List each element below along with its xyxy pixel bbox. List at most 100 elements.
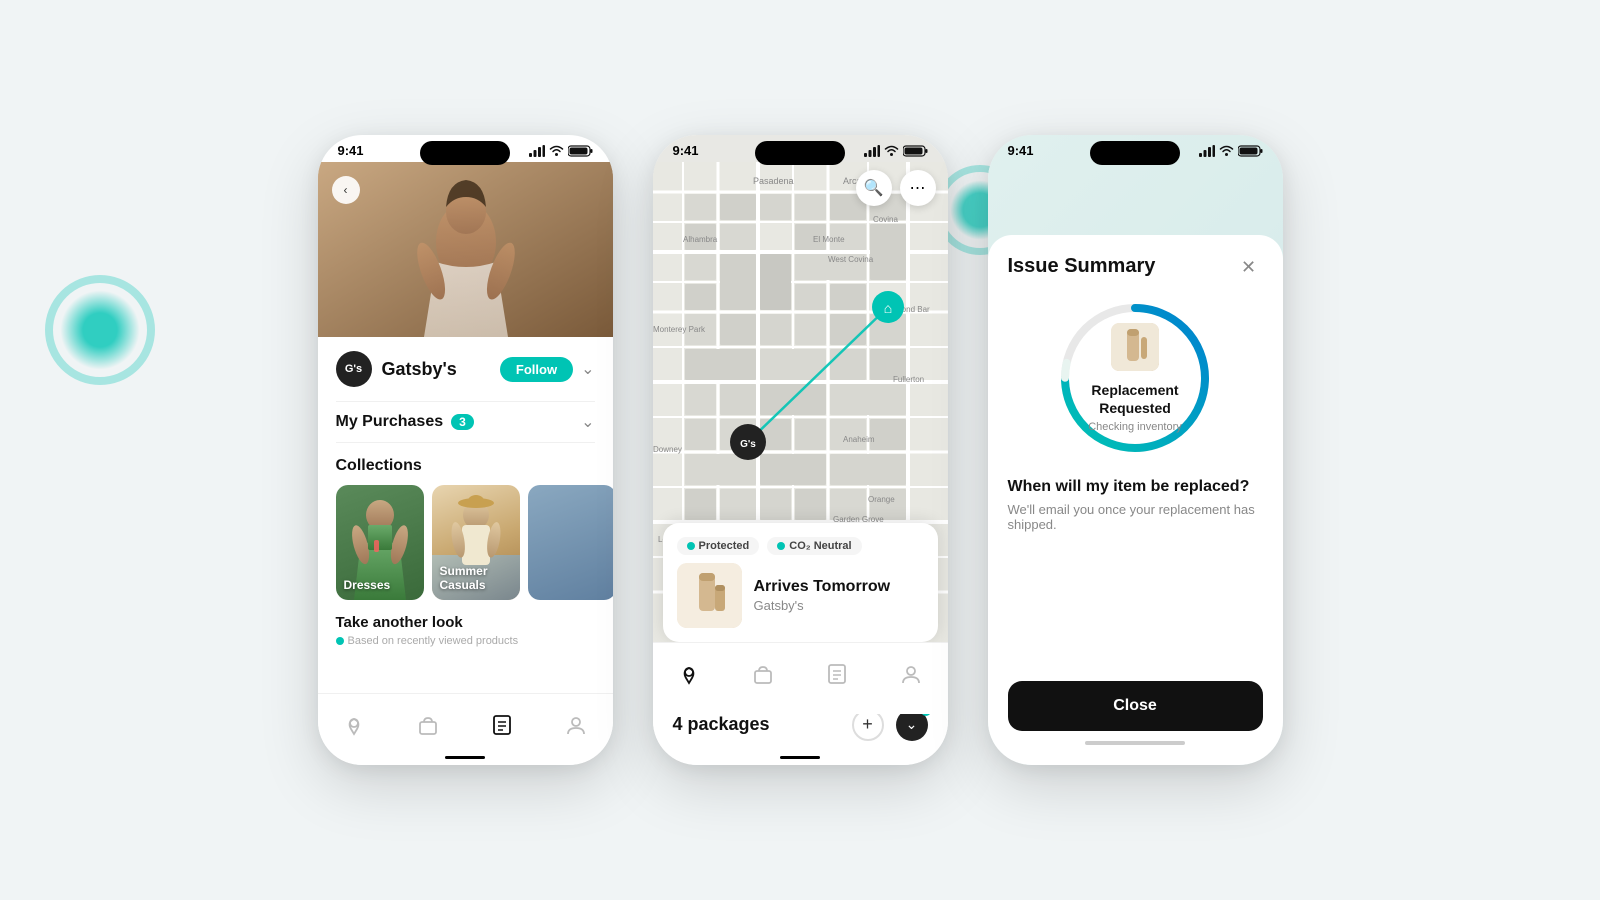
phone-2-map: 9:41 <box>653 135 948 765</box>
orders-icon-2 <box>826 663 848 685</box>
progress-ring-center: Replacement Requested Checking inventory <box>1055 298 1215 458</box>
bag-icon-2 <box>752 663 774 685</box>
bottom-nav-1 <box>318 693 613 765</box>
location-icon-2 <box>678 663 700 685</box>
package-content: Arrives Tomorrow Gatsby's <box>677 563 924 628</box>
nav-bag-2[interactable] <box>752 663 774 685</box>
collection-label-dresses: Dresses <box>344 578 391 592</box>
issue-modal-sheet: ✕ Issue Summary <box>988 235 1283 765</box>
map-more-button[interactable]: ⋯ <box>900 170 936 206</box>
signal-icon-3 <box>1199 145 1215 157</box>
phone1-content: G's Gatsby's Follow ⌄ My Purchases 3 ⌄ C… <box>318 337 613 661</box>
collections-grid: Dresses <box>336 485 595 600</box>
svg-text:Downey: Downey <box>653 445 682 454</box>
dynamic-island-3 <box>1090 141 1180 165</box>
svg-text:Fullerton: Fullerton <box>893 375 924 384</box>
svg-text:Monterey Park: Monterey Park <box>653 325 706 334</box>
battery-icon-1 <box>568 145 593 157</box>
phones-container: 9:41 <box>318 135 1283 765</box>
status-bar-2: 9:41 <box>653 135 948 162</box>
collection-card-dresses[interactable]: Dresses <box>336 485 424 600</box>
hero-figure-svg <box>318 162 613 337</box>
package-product-svg <box>677 563 742 628</box>
collection-label-summer: Summer Casuals <box>440 564 520 592</box>
ring-status-main: Replacement Requested <box>1055 381 1215 417</box>
nav-orders-1[interactable] <box>491 714 513 736</box>
status-bar-3: 9:41 <box>988 135 1283 162</box>
brand-left: G's Gatsby's <box>336 351 457 387</box>
brand-avatar: G's <box>336 351 372 387</box>
purchases-label: My Purchases 3 <box>336 413 474 431</box>
home-indicator-3 <box>1085 741 1185 745</box>
badge-dot-protected <box>687 542 695 550</box>
bottom-nav-2 <box>653 642 948 714</box>
signal-icon-1 <box>529 145 545 157</box>
modal-question: When will my item be replaced? <box>1008 478 1263 496</box>
nav-location-1[interactable] <box>343 714 365 736</box>
nav-profile-2[interactable] <box>900 663 922 685</box>
packages-count: 4 packages <box>673 714 770 735</box>
status-icons-2 <box>864 145 928 157</box>
wifi-icon-1 <box>549 145 564 157</box>
badge-co2: CO₂ Neutral <box>767 537 861 555</box>
take-another-look-subtitle: Based on recently viewed products <box>336 635 595 647</box>
collection-bg-extra <box>528 485 613 600</box>
dynamic-island-2 <box>755 141 845 165</box>
decorative-blob-left <box>60 290 140 370</box>
purchases-text: My Purchases <box>336 413 444 431</box>
brand-row: G's Gatsby's Follow ⌄ <box>336 351 595 387</box>
status-time-1: 9:41 <box>338 143 364 158</box>
modal-close-button[interactable]: Close <box>1008 681 1263 731</box>
modal-title: Issue Summary <box>1008 255 1263 278</box>
back-button[interactable]: ‹ <box>332 176 360 204</box>
status-bar-1: 9:41 <box>318 135 613 162</box>
take-look-dot-icon <box>336 637 344 645</box>
wifi-icon-3 <box>1219 145 1234 157</box>
home-indicator-2 <box>780 756 820 759</box>
ring-status-sub: Checking inventory <box>1088 421 1182 433</box>
take-another-look-title: Take another look <box>336 614 595 631</box>
purchases-badge: 3 <box>451 414 474 430</box>
hero-image: ‹ <box>318 162 613 337</box>
phone-3-modal: 9:41 <box>988 135 1283 765</box>
modal-answer: We'll email you once your replacement ha… <box>1008 502 1263 532</box>
map-area: Pasadena Arcadia Alhambra El Monte Covin… <box>653 162 948 642</box>
wifi-icon-2 <box>884 145 899 157</box>
bag-icon-1 <box>417 714 439 736</box>
modal-close-icon[interactable]: ✕ <box>1235 253 1263 281</box>
chevron-down-icon[interactable]: ⌄ <box>581 359 594 379</box>
svg-text:⌂: ⌂ <box>883 300 891 316</box>
product-thumbnail <box>1111 323 1159 371</box>
svg-text:Orange: Orange <box>868 495 895 504</box>
decorative-ring-left <box>45 275 155 385</box>
package-overlay: Protected CO₂ Neutral <box>653 523 948 642</box>
status-time-3: 9:41 <box>1008 143 1034 158</box>
nav-bag-1[interactable] <box>417 714 439 736</box>
phone-1-profile: 9:41 <box>318 135 613 765</box>
home-indicator-1 <box>445 756 485 759</box>
svg-text:El Monte: El Monte <box>813 235 845 244</box>
badge-dot-co2 <box>777 542 785 550</box>
package-card: Protected CO₂ Neutral <box>663 523 938 642</box>
svg-text:Covina: Covina <box>873 215 898 224</box>
purchases-chevron-icon[interactable]: ⌄ <box>581 412 594 432</box>
orders-icon-1 <box>491 714 513 736</box>
progress-ring: Replacement Requested Checking inventory <box>1055 298 1215 458</box>
package-image <box>677 563 742 628</box>
status-icons-1 <box>529 145 593 157</box>
brand-name: Gatsby's <box>382 359 457 380</box>
map-header: 🔍 ⋯ <box>653 162 948 214</box>
svg-text:Alhambra: Alhambra <box>683 235 718 244</box>
follow-button[interactable]: Follow <box>500 357 573 382</box>
nav-orders-2[interactable] <box>826 663 848 685</box>
product-thumb-svg <box>1111 323 1159 371</box>
nav-location-2[interactable] <box>678 663 700 685</box>
collection-card-summer[interactable]: Summer Casuals <box>432 485 520 600</box>
collection-card-extra[interactable] <box>528 485 613 600</box>
map-search-button[interactable]: 🔍 <box>856 170 892 206</box>
purchases-row[interactable]: My Purchases 3 ⌄ <box>336 401 595 443</box>
nav-profile-1[interactable] <box>565 714 587 736</box>
svg-text:G's: G's <box>740 439 756 450</box>
brand-right: Follow ⌄ <box>500 357 595 382</box>
dynamic-island-1 <box>420 141 510 165</box>
